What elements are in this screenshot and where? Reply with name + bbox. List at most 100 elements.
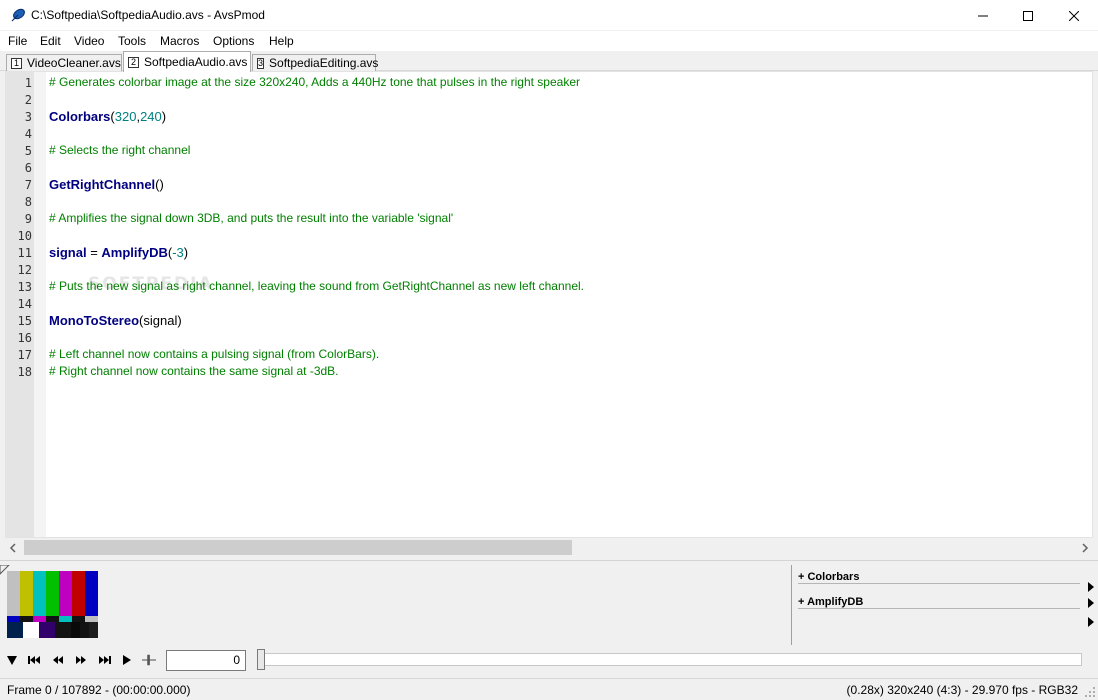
prev-frame-button[interactable]	[51, 653, 65, 667]
comment-text: # Selects the right channel	[49, 143, 191, 157]
last-frame-icon	[98, 656, 111, 664]
paren: )	[183, 245, 189, 260]
menu-options[interactable]: Options	[213, 34, 254, 48]
play-button[interactable]	[120, 653, 134, 667]
next-frame-icon	[76, 656, 86, 664]
close-icon	[1069, 10, 1079, 21]
last-frame-button[interactable]	[97, 653, 111, 667]
comment-text: # Left channel now contains a pulsing si…	[49, 347, 380, 361]
menu-bar: File Edit Video Tools Macros Options Hel…	[0, 31, 1098, 51]
function-name: GetRightChannel	[49, 177, 156, 192]
maximize-icon	[1023, 10, 1033, 21]
code-line-7: 7 GetRightChannel()	[6, 176, 1086, 193]
code-line-10: 10	[6, 227, 1086, 244]
next-frame-button[interactable]	[74, 653, 88, 667]
close-button[interactable]	[1051, 0, 1097, 31]
code-line-14: 14	[6, 295, 1086, 312]
frame-slider-thumb[interactable]	[257, 649, 265, 670]
window-title: C:\Softpedia\SoftpediaAudio.avs - AvsPmo…	[31, 8, 265, 22]
function-name: Colorbars	[49, 109, 111, 124]
crosshair-icon	[142, 654, 156, 666]
code-line-12: 12	[6, 261, 1086, 278]
comment-text: # Amplifies the signal down 3DB, and put…	[49, 211, 454, 225]
menu-macros[interactable]: Macros	[160, 34, 199, 48]
video-preview[interactable]	[7, 571, 98, 638]
scrollbar-thumb[interactable]	[24, 540, 572, 555]
line-number: 11	[17, 246, 32, 260]
code-line-9: 9 # Amplifies the signal down 3DB, and p…	[6, 210, 1086, 227]
menu-help[interactable]: Help	[269, 34, 294, 48]
tab-number: 1	[11, 57, 22, 69]
comment-text: # Right channel now contains the same si…	[49, 364, 339, 378]
tab-softpediaaudio[interactable]: 2 SoftpediaAudio.avs	[123, 51, 251, 72]
tab-videocleaner[interactable]: 1 VideoCleaner.avs	[6, 54, 122, 71]
code-line-5: 5 # Selects the right channel	[6, 142, 1086, 159]
first-frame-icon	[27, 656, 40, 664]
expand-arrow-icon[interactable]	[1087, 617, 1095, 627]
function-name: AmplifyDB	[101, 245, 168, 260]
avspmod-feather-icon	[11, 8, 25, 22]
line-number: 9	[24, 212, 32, 226]
expand-arrow-icon[interactable]	[1087, 598, 1095, 608]
scroll-left-icon[interactable]	[7, 542, 19, 554]
resize-grip-icon[interactable]	[1084, 686, 1096, 698]
line-number: 1	[24, 76, 32, 90]
paren: )	[161, 109, 167, 124]
menu-file[interactable]: File	[8, 34, 27, 48]
line-number: 13	[17, 280, 32, 294]
code-line-16: 16	[6, 329, 1086, 346]
line-number: 16	[17, 331, 32, 345]
video-preview-pane	[0, 565, 788, 645]
pane-splitter[interactable]	[0, 560, 1098, 564]
code-line-4: 4	[6, 125, 1086, 142]
code-text: MonoToStereo(signal)	[49, 313, 182, 328]
frame-number-input[interactable]: 0	[166, 650, 246, 671]
code-line-11: 11 signal = AmplifyDB(-3)	[6, 244, 1086, 261]
code-line-13: 13 # Puts the new signal as right channe…	[6, 278, 1086, 295]
prev-frame-icon	[53, 656, 63, 664]
code-text: signal = AmplifyDB(-3)	[49, 245, 188, 260]
toggle-preview-button[interactable]	[5, 653, 19, 667]
line-number: 18	[17, 365, 32, 379]
menu-video[interactable]: Video	[74, 34, 104, 48]
comment-text: # Generates colorbar image at the size 3…	[49, 75, 580, 89]
script-editor[interactable]: SOFTPEDIA 1 # Generates colorbar image a…	[5, 71, 1093, 538]
line-number: 6	[24, 161, 32, 175]
tab-strip: 1 VideoCleaner.avs 2 SoftpediaAudio.avs …	[0, 51, 1098, 72]
first-frame-button[interactable]	[27, 653, 41, 667]
number: 240	[140, 109, 162, 124]
title-bar: C:\Softpedia\SoftpediaAudio.avs - AvsPmo…	[0, 0, 1098, 31]
expand-arrow-icon[interactable]	[1087, 582, 1095, 592]
code-text: Colorbars(320,240)	[49, 109, 166, 124]
maximize-button[interactable]	[1005, 0, 1051, 31]
line-number: 5	[24, 144, 32, 158]
line-number: 7	[24, 178, 32, 192]
tab-label: SoftpediaAudio.avs	[144, 55, 248, 69]
minimize-icon	[978, 15, 988, 16]
horizontal-scrollbar[interactable]	[5, 539, 1093, 556]
function-name: MonoToStereo	[49, 313, 140, 328]
menu-tools[interactable]: Tools	[118, 34, 146, 48]
status-frame-info: Frame 0 / 107892 - (00:00:00.000)	[7, 683, 191, 697]
function-item-amplifydb[interactable]: + AmplifyDB	[798, 596, 1080, 609]
tab-label: VideoCleaner.avs	[27, 56, 121, 70]
code-line-17: 17 # Left channel now contains a pulsing…	[6, 346, 1086, 363]
menu-edit[interactable]: Edit	[40, 34, 61, 48]
number: -3	[172, 245, 184, 260]
paren: ()	[155, 177, 164, 192]
number: 320	[114, 109, 137, 124]
functions-panel: + Colorbars + AmplifyDB	[791, 565, 1098, 645]
frame-slider-track[interactable]	[262, 653, 1082, 666]
scroll-right-icon[interactable]	[1079, 542, 1091, 554]
minimize-button[interactable]	[960, 0, 1006, 31]
function-item-colorbars[interactable]: + Colorbars	[798, 571, 1080, 584]
tab-number: 3	[257, 57, 265, 69]
line-number: 8	[24, 195, 32, 209]
code-line-3: 3 Colorbars(320,240)	[6, 108, 1086, 125]
line-number: 4	[24, 127, 32, 141]
comment-text: # Puts the new signal as right channel, …	[49, 279, 584, 293]
tab-softpediaediting[interactable]: 3 SoftpediaEditing.avs	[252, 54, 378, 71]
status-bar: Frame 0 / 107892 - (00:00:00.000) (0.28x…	[0, 678, 1098, 700]
line-number: 2	[24, 93, 32, 107]
crosshair-button[interactable]	[142, 653, 156, 667]
